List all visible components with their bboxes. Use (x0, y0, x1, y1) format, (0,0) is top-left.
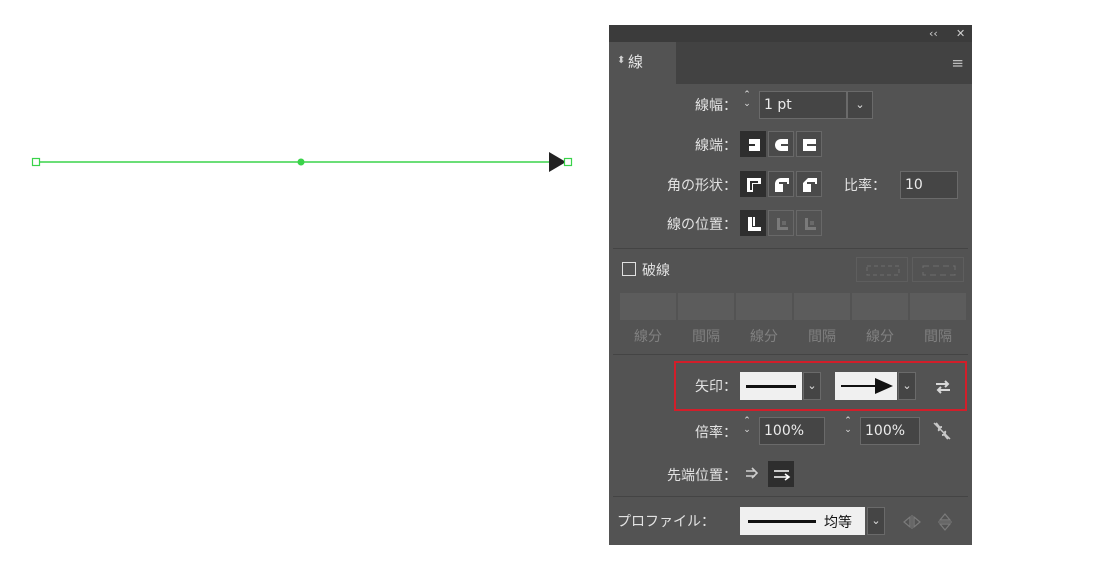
weight-dropdown[interactable]: ⌄ (847, 91, 873, 119)
gap-label-3: 間隔 (924, 329, 952, 345)
start-scale-input[interactable]: 100% (759, 417, 825, 445)
flip-horizontal-icon[interactable] (901, 512, 923, 532)
end-arrowhead-select[interactable] (835, 372, 897, 400)
anchor-point-start (31, 157, 41, 167)
weight-input[interactable]: 1 pt (759, 91, 847, 119)
panel-menu-icon[interactable]: ≡ (951, 54, 964, 72)
dash-input-3[interactable] (852, 293, 908, 320)
miter-join-button[interactable] (740, 171, 766, 197)
start-arrowhead-dropdown[interactable]: ⌄ (803, 372, 821, 400)
align-label: 線の位置： (667, 217, 737, 233)
stroke-panel: ‹‹ ✕ ⬍ 線 ≡ 線幅： ⌃ ⌄ 1 pt ⌄ 線端： 角の形状： 比率： 1… (609, 25, 972, 545)
flip-vertical-icon[interactable] (935, 511, 955, 533)
selected-path[interactable] (0, 0, 600, 200)
projecting-cap-button[interactable] (796, 131, 822, 157)
anchor-point-end (563, 157, 573, 167)
dash-label-3: 線分 (866, 329, 894, 345)
arrowheads-label: 矢印： (695, 379, 737, 395)
scale-label: 倍率： (695, 425, 737, 441)
dashed-checkbox[interactable] (622, 262, 636, 276)
gap-input-3[interactable] (910, 293, 966, 320)
divider (613, 354, 968, 355)
profile-label: プロファイル： (617, 514, 715, 530)
dashed-label: 破線 (642, 263, 670, 279)
gap-label-2: 間隔 (808, 329, 836, 345)
dash-input-2[interactable] (736, 293, 792, 320)
tab-expand-icon[interactable]: ⬍ (617, 55, 625, 66)
limit-label: 比率： (844, 178, 886, 194)
extend-arrow-tip-button[interactable] (740, 461, 766, 487)
gap-input-2[interactable] (794, 293, 850, 320)
limit-input[interactable]: 10 (900, 171, 958, 199)
panel-tabbar: ⬍ 線 ≡ (609, 42, 972, 84)
align-inside-button[interactable] (768, 210, 794, 236)
gap-input-1[interactable] (678, 293, 734, 320)
gap-label-1: 間隔 (692, 329, 720, 345)
collapse-icon[interactable]: ‹‹ (929, 25, 938, 42)
start-scale-stepper[interactable]: ⌃ ⌄ (739, 417, 755, 445)
center-point (297, 158, 305, 166)
divider (613, 496, 968, 497)
weight-stepper[interactable]: ⌃ ⌄ (739, 91, 755, 119)
profile-dropdown[interactable]: ⌄ (867, 507, 885, 535)
arrowhead-shape (549, 152, 566, 172)
panel-titlebar: ‹‹ ✕ (609, 25, 972, 42)
dash-label-2: 線分 (750, 329, 778, 345)
arrow-align-label: 先端位置： (667, 468, 737, 484)
divider (613, 248, 968, 249)
end-scale-stepper[interactable]: ⌃ ⌄ (840, 417, 856, 445)
profile-value: 均等 (824, 515, 852, 531)
corner-label: 角の形状： (667, 178, 737, 194)
dash-input-1[interactable] (620, 293, 676, 320)
dash-preserve-button[interactable] (856, 257, 908, 282)
align-center-button[interactable] (740, 210, 766, 236)
swap-arrowheads-icon[interactable] (931, 375, 955, 399)
end-arrowhead-dropdown[interactable]: ⌄ (898, 372, 916, 400)
align-outside-button[interactable] (796, 210, 822, 236)
close-icon[interactable]: ✕ (956, 25, 965, 42)
butt-cap-button[interactable] (740, 131, 766, 157)
cap-label: 線端： (695, 138, 737, 154)
tab-label: 線 (628, 53, 644, 71)
unlink-scale-icon[interactable] (930, 419, 954, 443)
bevel-join-button[interactable] (796, 171, 822, 197)
start-arrowhead-select[interactable] (740, 372, 802, 400)
weight-label: 線幅： (695, 98, 737, 114)
round-cap-button[interactable] (768, 131, 794, 157)
profile-select[interactable]: 均等 (740, 507, 865, 535)
round-join-button[interactable] (768, 171, 794, 197)
dash-label-1: 線分 (634, 329, 662, 345)
tab-stroke[interactable]: ⬍ 線 (609, 42, 676, 84)
end-scale-input[interactable]: 100% (860, 417, 920, 445)
place-arrow-tip-button[interactable] (768, 461, 794, 487)
dash-align-button[interactable] (912, 257, 964, 282)
